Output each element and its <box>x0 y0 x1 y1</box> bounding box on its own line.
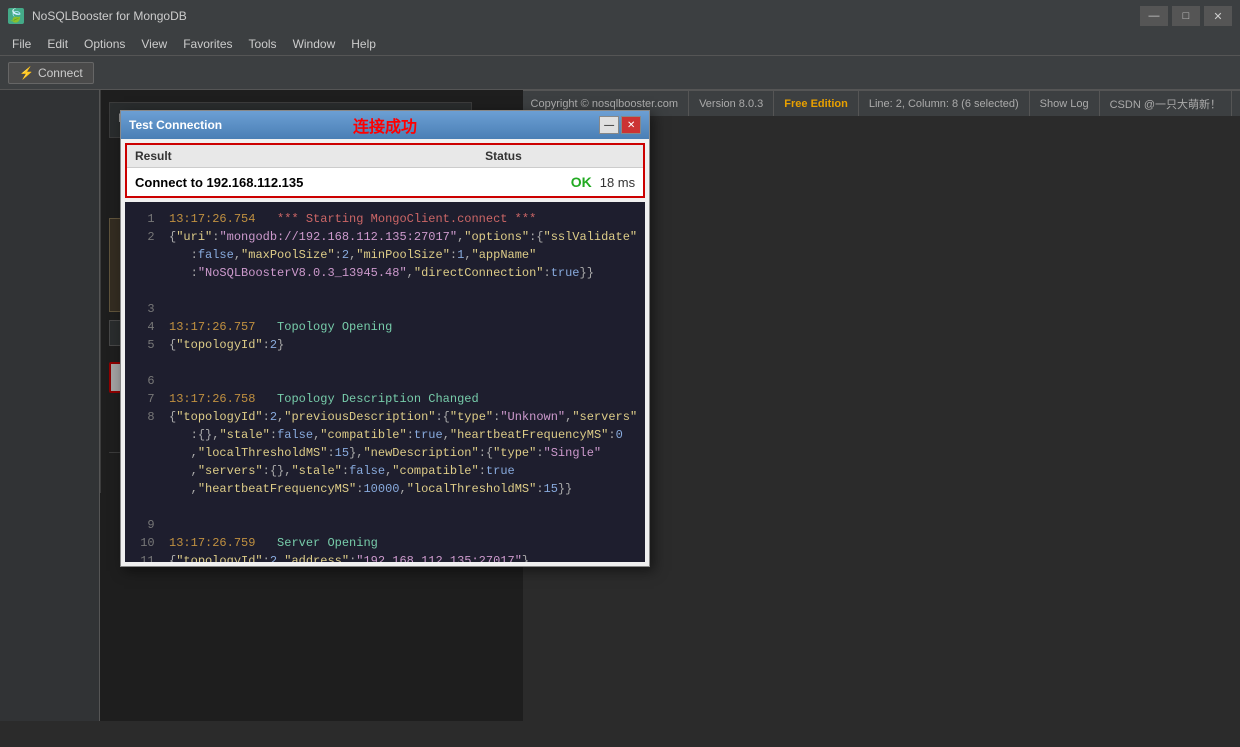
menu-file[interactable]: File <box>4 35 39 53</box>
edition-segment: Free Edition <box>774 91 859 116</box>
close-button[interactable]: ✕ <box>1204 6 1232 26</box>
log-content: 1 13:17:26.754 *** Starting MongoClient.… <box>133 210 637 562</box>
maximize-button[interactable]: □ <box>1172 6 1200 26</box>
menu-bar: File Edit Options View Favorites Tools W… <box>0 32 1240 56</box>
success-label: 连接成功 <box>353 113 417 137</box>
dialog-close-button[interactable]: ✕ <box>621 116 641 134</box>
connect-icon: ⚡ <box>19 66 34 80</box>
result-col-header: Result <box>135 149 485 163</box>
website-text: nosqlbooster.com <box>592 98 678 110</box>
ok-badge: OK <box>571 174 592 190</box>
result-data-row: Connect to 192.168.112.135 OK 18 ms <box>127 168 643 196</box>
line-col-segment: Line: 2, Column: 8 (6 selected) <box>859 91 1030 116</box>
dialog-minimize-button[interactable]: — <box>599 116 619 134</box>
ms-text: 18 ms <box>600 175 635 190</box>
app-icon: 🍃 <box>8 8 24 24</box>
connect-button[interactable]: ⚡ Connect <box>8 62 94 84</box>
menu-view[interactable]: View <box>133 35 175 53</box>
log-area[interactable]: 1 13:17:26.754 *** Starting MongoClient.… <box>125 202 645 562</box>
menu-options[interactable]: Options <box>76 35 133 53</box>
show-log-segment[interactable]: Show Log <box>1030 91 1100 116</box>
window-controls: — □ ✕ <box>1140 6 1232 26</box>
edition-text: Free Edition <box>784 98 848 110</box>
menu-help[interactable]: Help <box>343 35 384 53</box>
sidebar <box>0 90 100 721</box>
version-segment: Version 8.0.3 <box>689 91 774 116</box>
menu-edit[interactable]: Edit <box>39 35 76 53</box>
line-col-text: Line: 2, Column: 8 (6 selected) <box>869 98 1019 110</box>
copyright-text: Copyright © <box>531 98 589 110</box>
title-bar: 🍃 NoSQLBooster for MongoDB — □ ✕ <box>0 0 1240 32</box>
connect-result-text: Connect to 192.168.112.135 <box>135 175 571 190</box>
menu-favorites[interactable]: Favorites <box>175 35 240 53</box>
minimize-button[interactable]: — <box>1140 6 1168 26</box>
show-log-text[interactable]: Show Log <box>1040 98 1089 110</box>
dialog-titlebar: Test Connection 连接成功 — ✕ <box>121 111 649 139</box>
csdn-text: CSDN @一只大萌新！ <box>1110 96 1221 112</box>
app-title: NoSQLBooster for MongoDB <box>32 9 1132 23</box>
modal-overlay: Test Connection 连接成功 — ✕ Result Status C… <box>100 90 523 721</box>
menu-tools[interactable]: Tools <box>241 35 285 53</box>
result-table: Result Status Connect to 192.168.112.135… <box>125 143 645 198</box>
dialog-controls: — ✕ <box>599 116 641 134</box>
main-area: Test Connection 连接成功 — ✕ Result Status C… <box>0 90 1240 721</box>
content-area: Test Connection 连接成功 — ✕ Result Status C… <box>100 90 523 721</box>
csdn-segment: CSDN @一只大萌新！ <box>1100 91 1232 116</box>
result-header-row: Result Status <box>127 145 643 168</box>
menu-window[interactable]: Window <box>285 35 344 53</box>
version-text: Version 8.0.3 <box>699 98 763 110</box>
status-col-header: Status <box>485 149 635 163</box>
test-connection-dialog: Test Connection 连接成功 — ✕ Result Status C… <box>120 110 650 567</box>
toolbar: ⚡ Connect <box>0 56 1240 90</box>
